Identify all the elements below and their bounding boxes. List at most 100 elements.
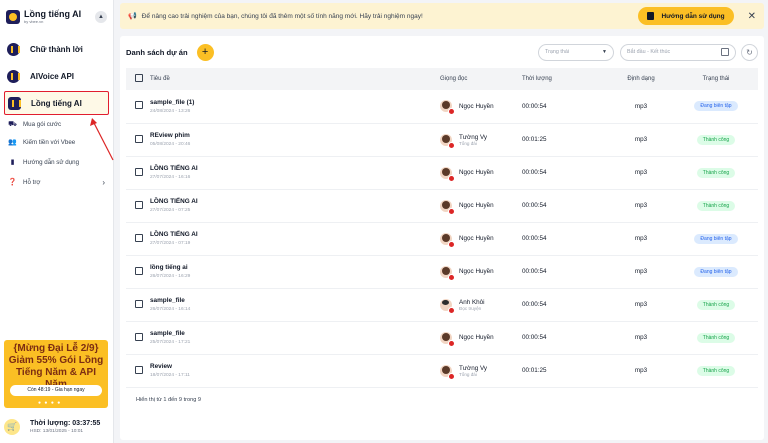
notice-bar: 📢 Để nâng cao trải nghiệm của bạn, chúng… [120,3,764,29]
voice-category: Tổng đài [459,140,477,146]
table-row[interactable]: sample_file 25/07/2024 - 17:21 Ngọc Huyền 0… [126,321,758,354]
voice-category: Tổng đài [459,371,477,377]
cart-icon: ⛟ [8,120,17,128]
row-checkbox[interactable] [135,266,143,275]
status-filter-placeholder: Trạng thái [545,49,570,55]
table-row[interactable]: LỒNG TIẾNG AI 27/07/2024 - 07:25 Ngọc Huyề… [126,189,758,222]
voice-cell: Ngọc Huyền [440,199,522,215]
table-row[interactable]: sample_file 26/07/2024 - 16:14 Anh Khôi Đọc… [126,288,758,321]
product-tts-label: Chữ thành lời [30,44,83,54]
table-row[interactable]: LỒNG TIẾNG AI 27/07/2024 - 16:16 Ngọc Huyề… [126,156,758,189]
close-icon[interactable]: ✕ [748,11,756,22]
row-date: 27/07/2024 - 07:19 [150,241,191,246]
megaphone-icon: 📢 [128,13,137,20]
book-icon: ▮ [10,159,15,166]
table-row[interactable]: LỒNG TIẾNG AI 27/07/2024 - 07:19 Ngọc Huyề… [126,222,758,255]
voice-avatar [440,364,455,380]
brand-name: Lồng tiếng AI [24,9,82,19]
vbee-logo [6,10,20,24]
promo-renew-button[interactable]: Còn 48:19 - Gia hạn ngay [10,385,102,396]
row-title[interactable]: REview phim [150,132,440,139]
voice-name: Ngọc Huyền [459,169,494,176]
table-row[interactable]: sample_file (1) 24/08/2024 - 13:26 Ngọc Hu… [126,90,758,123]
row-title[interactable]: sample_file [150,297,440,304]
sidebar-item-support[interactable]: ❓ Hỗ trợ › [0,172,113,192]
add-project-button[interactable]: + [196,43,214,61]
book-icon [647,12,655,20]
voice-avatar [440,265,455,281]
product-aivoice-api[interactable]: AIVoice API [4,64,109,88]
row-format: mp3 [634,136,648,143]
table-row[interactable]: REview phim 05/08/2024 - 20:46 Tường Vy Tổn… [126,123,758,156]
voice-avatar [440,331,455,347]
row-title[interactable]: lồng tiếng ai [150,264,440,271]
sidebar-item-affiliate[interactable]: 👥 Kiếm tiền với Vbee [0,132,113,152]
project-list-panel: Danh sách dự án + Trạng thái ▼ Bắt đầu -… [120,36,764,440]
sidebar-item-label: Hỗ trợ [23,178,41,186]
quota-label: Thời lượng: 03:37:55 [30,420,101,427]
project-table: Tiêu đề Giọng đọc Thời lượng Định dạng T… [126,68,758,388]
row-format: mp3 [634,334,648,341]
row-duration: 00:00:54 [522,301,547,308]
row-duration: 00:00:54 [522,202,547,209]
sidebar-item-guide[interactable]: ▮ Hướng dẫn sử dụng [0,152,113,172]
voice-avatar [440,298,455,314]
row-title[interactable]: Review [150,363,440,370]
row-title[interactable]: sample_file (1) [150,99,440,106]
refresh-button[interactable]: ↻ [741,43,758,61]
table-row[interactable]: Review 18/07/2024 - 17:11 Tường Vy Tổng đài… [126,354,758,387]
table-row[interactable]: lồng tiếng ai 26/07/2024 - 16:29 Ngọc Huyề… [126,255,758,288]
status-filter-select[interactable]: Trạng thái ▼ [538,43,614,61]
row-checkbox[interactable] [135,299,143,308]
status-badge: Thành công [696,332,736,343]
status-badge: Thành công [696,200,736,211]
promo-banner[interactable]: {Mừng Đại Lễ 2/9} Giảm 55% Gói Lồng Tiến… [4,340,108,408]
table-header: Tiêu đề Giọng đọc Thời lượng Định dạng T… [126,68,758,90]
row-duration: 00:01:25 [522,367,547,374]
row-checkbox[interactable] [135,332,143,341]
status-badge: Thành công [696,365,736,376]
row-date: 25/07/2024 - 17:21 [150,340,191,345]
row-title[interactable]: LỒNG TIẾNG AI [150,165,440,172]
row-format: mp3 [634,202,648,209]
pagination-summary: Hiển thị từ 1 đến 9 trong 9 [136,396,202,403]
row-checkbox[interactable] [135,365,143,374]
quota-info: 🛒 Thời lượng: 03:37:55 HSD: 13/01/2025 -… [4,414,112,440]
row-checkbox[interactable] [135,233,143,242]
row-checkbox[interactable] [135,200,143,209]
row-checkbox[interactable] [135,134,143,143]
cart-icon: 🛒 [4,419,20,435]
user-guide-button[interactable]: Hướng dẫn sử dụng [638,7,734,25]
voice-name: Tường Vy [459,364,488,372]
voice-category: Đọc truyện [459,305,482,311]
row-title[interactable]: sample_file [150,330,440,337]
status-badge: Đang biên tập [694,266,738,277]
status-badge: Thành công [696,299,736,310]
sidebar: Lồng tiếng AI by vbee.vn ▲ Chữ thành lời… [0,0,114,443]
user-guide-button-label: Hướng dẫn sử dụng [661,12,725,20]
status-badge: Thành công [696,134,736,145]
panel-header: Danh sách dự án + Trạng thái ▼ Bắt đầu -… [120,36,764,68]
sidebar-item-buy-package[interactable]: ⛟ Mua gói cước [0,116,113,132]
voice-name: Ngọc Huyền [459,102,494,110]
voice-name: Ngọc Huyền [459,334,494,341]
carousel-dots[interactable]: ● ● ● ● [38,400,61,406]
voice-cell: Ngọc Huyền [440,166,522,182]
row-title[interactable]: LỒNG TIẾNG AI [150,231,440,238]
row-checkbox[interactable] [135,101,143,110]
row-checkbox[interactable] [135,167,143,176]
voice-avatar [440,199,455,215]
sidebar-item-label: Mua gói cước [23,120,62,128]
row-title[interactable]: LỒNG TIẾNG AI [150,198,440,205]
select-all-checkbox[interactable] [135,74,143,82]
voice-avatar [440,232,455,248]
collapse-sidebar-icon[interactable]: ▲ [95,11,107,23]
status-badge: Đang biên tập [694,101,738,112]
row-duration: 00:00:54 [522,102,547,110]
row-duration: 00:01:25 [522,136,547,143]
date-range-picker[interactable]: Bắt đầu - Kết thúc [620,43,736,61]
tts-product-icon [7,42,20,56]
row-date: 24/08/2024 - 13:26 [150,108,191,114]
product-dubbing-ai[interactable]: Lồng tiếng AI [4,91,109,115]
product-tts[interactable]: Chữ thành lời [4,37,109,61]
